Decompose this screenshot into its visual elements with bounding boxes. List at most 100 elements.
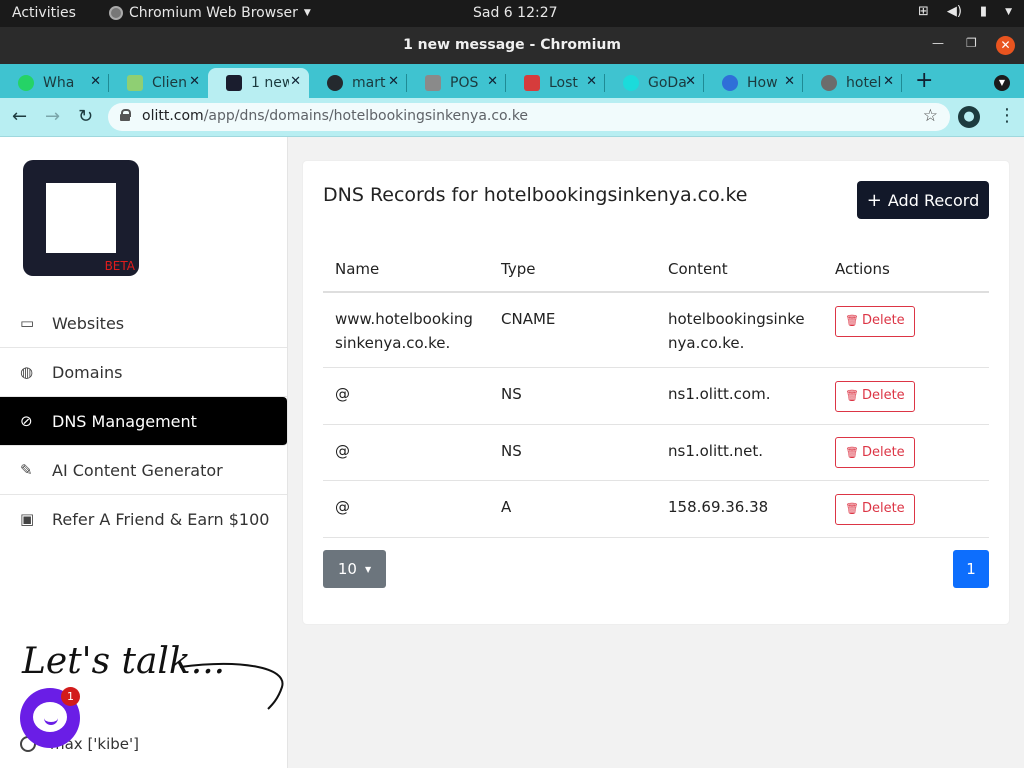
record-actions: 🗑 Delete	[823, 480, 989, 538]
browser-menu-icon[interactable]: ⋮	[998, 105, 1016, 126]
tab-close-icon[interactable]: ✕	[586, 74, 597, 89]
globe-icon: ◍	[20, 363, 34, 381]
browser-tab[interactable]: mart ✕	[309, 68, 407, 98]
trash-icon: 🗑	[845, 314, 859, 327]
profile-avatar-icon[interactable]: ●	[958, 106, 980, 128]
tab-close-icon[interactable]: ✕	[487, 74, 498, 89]
network-icon: ⊞	[917, 4, 929, 19]
browser-tab[interactable]: 1 new ✕	[208, 68, 309, 98]
sidebar-item-websites[interactable]: ▭ Websites	[0, 299, 287, 348]
record-type: CNAME	[489, 292, 656, 368]
chat-widget-button[interactable]: 1	[20, 687, 80, 748]
bookmark-star-icon[interactable]: ☆	[923, 106, 938, 126]
record-type: NS	[489, 367, 656, 425]
browser-tab[interactable]: Wha ✕	[0, 68, 109, 98]
page-content: BETA ▭ Websites ◍ Domains ⊘ DNS Manageme…	[0, 137, 1024, 768]
table-row: www.hotelbookingsinkenya.co.ke. CNAME hote…	[323, 292, 989, 368]
record-actions: 🗑 Delete	[823, 367, 989, 425]
maximize-button[interactable]: ❐	[966, 36, 977, 50]
system-tray[interactable]: ⊞ ◀) ▮ ▼	[918, 4, 1012, 19]
svg-text:Let's talk...: Let's talk...	[21, 641, 225, 682]
delete-record-button[interactable]: 🗑 Delete	[835, 437, 915, 468]
add-record-button[interactable]: + Add Record	[857, 181, 989, 219]
sidebar-item-domains[interactable]: ◍ Domains	[0, 348, 287, 397]
browser-tab[interactable]: Lost ✕	[506, 68, 605, 98]
tab-close-icon[interactable]: ✕	[90, 74, 101, 89]
caret-down-icon: ▼	[364, 564, 372, 574]
dns-records-card: DNS Records for hotelbookingsinkenya.co.…	[303, 161, 1009, 624]
clock[interactable]: Sad 6 12:27	[473, 5, 558, 21]
sidebar-item-dns-management[interactable]: ⊘ DNS Management	[0, 397, 287, 446]
browser-tab[interactable]: Clien ✕	[109, 68, 208, 98]
record-name: @	[323, 480, 489, 538]
tab-close-icon[interactable]: ✕	[883, 74, 894, 89]
column-header-name: Name	[323, 247, 489, 293]
volume-icon: ◀)	[946, 4, 962, 19]
whatsapp-icon	[18, 75, 34, 91]
record-name: www.hotelbookingsinkenya.co.ke.	[323, 292, 489, 368]
browser-tab[interactable]: hotel ✕	[803, 68, 902, 98]
window-title: 1 new message - Chromium	[403, 37, 621, 53]
beta-label: BETA	[104, 259, 135, 273]
browser-tab[interactable]: How ✕	[704, 68, 803, 98]
olitt-logo[interactable]: BETA	[23, 160, 139, 276]
table-row: @ NS ns1.olitt.com. 🗑 Delete	[323, 367, 989, 425]
delete-record-button[interactable]: 🗑 Delete	[835, 493, 915, 525]
tab-label: hotel	[846, 75, 882, 91]
plus-icon: +	[866, 189, 882, 211]
record-name: @	[323, 424, 489, 481]
column-header-type: Type	[489, 247, 656, 293]
how-icon	[722, 75, 738, 91]
page-title: DNS Records for hotelbookingsinkenya.co.…	[323, 184, 748, 206]
minimize-button[interactable]: —	[932, 36, 944, 50]
tab-close-icon[interactable]: ✕	[388, 74, 399, 89]
tab-close-icon[interactable]: ✕	[685, 74, 696, 89]
record-content: ns1.olitt.com.	[656, 367, 823, 425]
sidebar-item-label: Websites	[52, 314, 125, 333]
delete-record-button[interactable]: 🗑 Delete	[835, 305, 915, 337]
delete-record-button[interactable]: 🗑 Delete	[835, 380, 915, 412]
tab-label: Wha	[43, 75, 75, 91]
url-text[interactable]: olitt.com/app/dns/domains/hotelbookingsi…	[142, 108, 528, 124]
table-row: @ NS ns1.olitt.net. 🗑 Delete	[323, 424, 989, 481]
app-menu-label: Chromium Web Browser	[129, 5, 298, 21]
pagination-page-1[interactable]: 1	[953, 550, 989, 588]
sidebar-item-ai-content-generator[interactable]: ✎ AI Content Generator	[0, 446, 287, 495]
money-icon: ▣	[20, 510, 35, 528]
browser-tab[interactable]: GoDa ✕	[605, 68, 704, 98]
sidebar-item-refer-a-friend[interactable]: ▣ Refer A Friend & Earn $100	[0, 495, 287, 544]
tab-close-icon[interactable]: ✕	[290, 74, 301, 89]
record-type: NS	[489, 424, 656, 481]
new-tab-button[interactable]: +	[915, 68, 933, 93]
chromium-icon	[109, 6, 123, 20]
page-size-dropdown[interactable]: 10 ▼	[323, 550, 386, 588]
activities-button[interactable]: Activities	[12, 5, 76, 21]
back-button[interactable]: ←	[12, 106, 27, 127]
table-row: @ A 158.69.36.38 🗑 Delete	[323, 480, 989, 538]
tab-label: How	[747, 75, 778, 91]
reload-button[interactable]: ↻	[78, 106, 93, 127]
column-header-actions: Actions	[823, 247, 989, 293]
forward-button[interactable]: →	[45, 106, 60, 127]
close-window-button[interactable]: ✕	[996, 36, 1015, 55]
client-icon	[127, 75, 143, 91]
dns-records-table: Name Type Content Actions www.hotelbooki…	[323, 247, 989, 538]
lost-icon	[524, 75, 540, 91]
browser-tab[interactable]: POS ✕	[407, 68, 506, 98]
pos-icon	[425, 75, 441, 91]
tab-label: Clien	[152, 75, 188, 91]
sidebar-item-label: Domains	[52, 363, 123, 382]
table-header-row: Name Type Content Actions	[323, 247, 989, 293]
browser-toolbar: ← → ↻ olitt.com/app/dns/domains/hotelboo…	[0, 98, 1024, 137]
lock-icon[interactable]	[120, 109, 131, 121]
record-content: ns1.olitt.net.	[656, 424, 823, 481]
olitt-icon	[226, 75, 242, 91]
app-menu[interactable]: Chromium Web Browser ▼	[109, 5, 311, 21]
tab-close-icon[interactable]: ✕	[189, 74, 200, 89]
globe-icon	[821, 75, 837, 91]
tab-search-icon[interactable]: ▼	[994, 75, 1010, 91]
trash-icon: 🗑	[845, 389, 859, 402]
system-top-bar: Activities Chromium Web Browser ▼ Sad 6 …	[0, 0, 1024, 27]
tab-close-icon[interactable]: ✕	[784, 74, 795, 89]
address-bar[interactable]: olitt.com/app/dns/domains/hotelbookingsi…	[108, 103, 950, 131]
